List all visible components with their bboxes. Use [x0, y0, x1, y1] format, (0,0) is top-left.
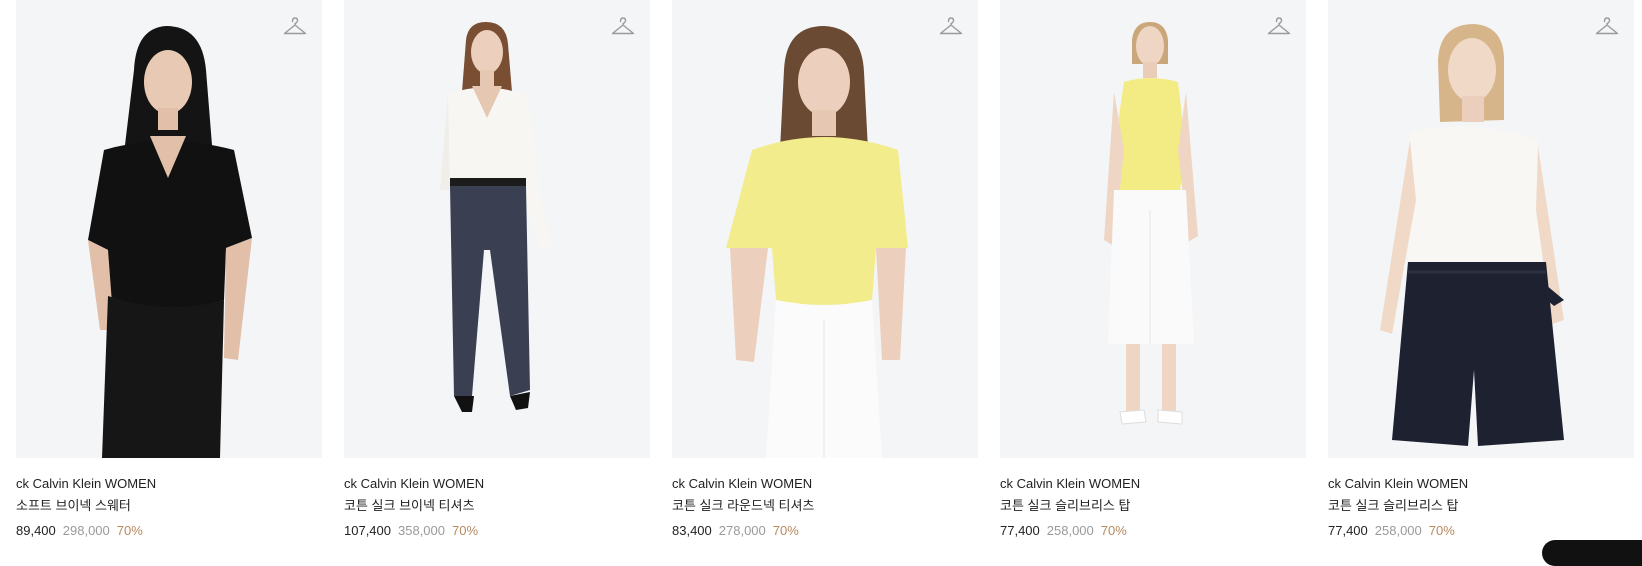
- original-price: 278,000: [718, 523, 766, 538]
- product-card[interactable]: ck Calvin Klein WOMEN 코튼 실크 라운드넥 티셔츠 83,…: [672, 0, 978, 546]
- original-price: 258,000: [1374, 523, 1422, 538]
- product-card[interactable]: ck Calvin Klein WOMEN 코튼 실크 슬리브리스 탑 77,4…: [1000, 0, 1306, 546]
- sale-price: 89,400: [16, 523, 56, 538]
- sale-price: 107,400: [344, 523, 391, 538]
- price-row: 107,400 358,000 70%: [344, 523, 478, 539]
- price-row: 83,400 278,000 70%: [672, 523, 799, 539]
- product-name[interactable]: 코튼 실크 슬리브리스 탑: [1000, 498, 1130, 514]
- sale-price: 77,400: [1328, 523, 1368, 538]
- product-brand[interactable]: ck Calvin Klein WOMEN: [16, 476, 156, 492]
- product-name[interactable]: 소프트 브이넥 스웨터: [16, 498, 131, 514]
- product-brand[interactable]: ck Calvin Klein WOMEN: [344, 476, 484, 492]
- product-card[interactable]: ck Calvin Klein WOMEN 코튼 실크 슬리브리스 탑 77,4…: [1328, 0, 1634, 546]
- product-image[interactable]: [1328, 0, 1634, 458]
- hanger-icon[interactable]: [282, 14, 308, 40]
- discount-rate: 70%: [772, 523, 799, 538]
- price-row: 77,400 258,000 70%: [1328, 523, 1455, 539]
- hanger-icon[interactable]: [1594, 14, 1620, 40]
- model-photo: [440, 22, 552, 412]
- model-photo: [1104, 22, 1198, 425]
- hanger-icon[interactable]: [1266, 14, 1292, 40]
- model-photo: [88, 26, 252, 458]
- discount-rate: 70%: [452, 523, 479, 538]
- sale-price: 77,400: [1000, 523, 1040, 538]
- original-price: 298,000: [62, 523, 110, 538]
- product-grid: ck Calvin Klein WOMEN 소프트 브이넥 스웨터 89,400…: [0, 0, 1642, 546]
- hanger-icon[interactable]: [938, 14, 964, 40]
- product-name[interactable]: 코튼 실크 라운드넥 티셔츠: [672, 498, 814, 514]
- product-brand[interactable]: ck Calvin Klein WOMEN: [1328, 476, 1468, 492]
- product-name[interactable]: 코튼 실크 슬리브리스 탑: [1328, 498, 1458, 514]
- product-card[interactable]: ck Calvin Klein WOMEN 코튼 실크 브이넥 티셔츠 107,…: [344, 0, 650, 546]
- product-name[interactable]: 코튼 실크 브이넥 티셔츠: [344, 498, 474, 514]
- hanger-icon[interactable]: [610, 14, 636, 40]
- original-price: 258,000: [1046, 523, 1094, 538]
- original-price: 358,000: [398, 523, 445, 538]
- product-brand[interactable]: ck Calvin Klein WOMEN: [672, 476, 812, 492]
- sale-price: 83,400: [672, 523, 712, 538]
- product-card[interactable]: ck Calvin Klein WOMEN 소프트 브이넥 스웨터 89,400…: [16, 0, 322, 546]
- product-image[interactable]: [16, 0, 322, 458]
- floating-button[interactable]: [1542, 540, 1642, 566]
- discount-rate: 70%: [1100, 523, 1127, 538]
- model-photo: [726, 26, 908, 458]
- price-row: 77,400 258,000 70%: [1000, 523, 1127, 539]
- price-row: 89,400 298,000 70%: [16, 523, 143, 539]
- product-image[interactable]: [1000, 0, 1306, 458]
- discount-rate: 70%: [116, 523, 143, 538]
- product-image[interactable]: [672, 0, 978, 458]
- model-photo: [1380, 24, 1564, 446]
- product-image[interactable]: [344, 0, 650, 458]
- discount-rate: 70%: [1428, 523, 1455, 538]
- product-brand[interactable]: ck Calvin Klein WOMEN: [1000, 476, 1140, 492]
